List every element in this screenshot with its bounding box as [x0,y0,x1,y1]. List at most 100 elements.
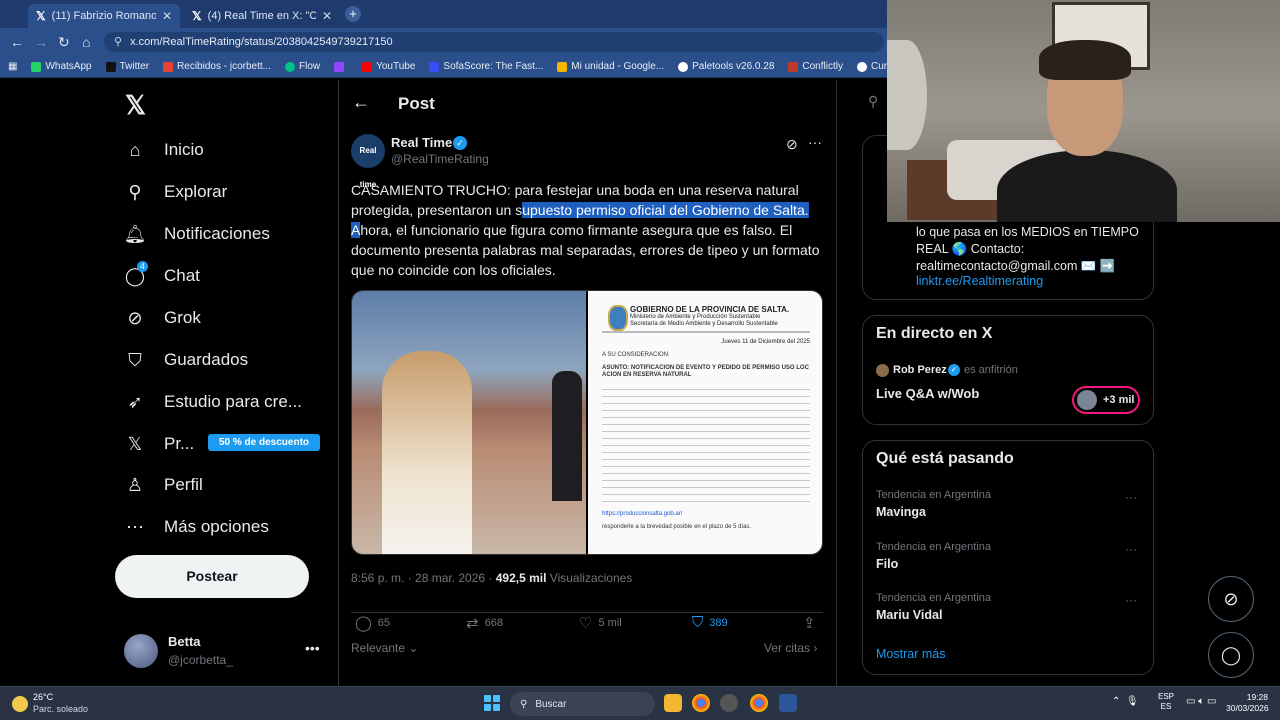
reply-button[interactable]: ◯ 65 [355,614,390,632]
account-more-icon[interactable]: ••• [305,640,320,656]
search-icon: ⚲ [520,698,528,710]
close-tab-icon[interactable]: ✕ [162,9,172,23]
discount-badge[interactable]: 50 % de descuento [208,434,320,451]
network-volume-icon[interactable]: ▭ 🔈︎ ▭ [1186,696,1216,707]
bookmark-item[interactable]: Recibidos - jcorbett... [163,61,271,72]
tray-icons[interactable]: ⌃ 🎙︎ [1112,696,1139,707]
avatar[interactable] [124,634,158,668]
clock[interactable]: 19:28 30/03/2026 [1226,692,1269,714]
nav-item-estudio[interactable]: ➶ Estudio para cre... [124,391,302,413]
bookmark-item[interactable]: WhatsApp [31,61,92,72]
reload-icon[interactable]: ↻ [58,34,70,51]
nav-item-inicio[interactable]: ⌂ Inicio [124,139,204,161]
author-avatar[interactable]: Real time [351,134,385,189]
account-name[interactable]: Betta [168,634,201,649]
trend-more-icon[interactable]: ··· [1125,490,1137,504]
app-icon[interactable] [720,694,738,712]
trend-more-icon[interactable]: ··· [1125,542,1137,556]
reply-icon: ◯ [355,615,372,632]
heart-icon: ♡ [579,615,593,632]
account-handle[interactable]: @jcorbetta_ [168,653,233,667]
repost-button[interactable]: ⇄ 668 [466,614,503,632]
sort-replies-dropdown[interactable]: Relevante ⌄ [351,641,418,655]
taskbar-search[interactable]: ⚲ Buscar [510,692,655,716]
more-circle-icon: ⋯ [126,516,144,537]
windows-start-icon[interactable] [484,695,500,711]
home-browser-icon[interactable]: ⌂ [82,34,90,50]
bookmark-item[interactable]: Twitter [105,61,149,72]
chrome-icon[interactable] [750,694,768,712]
doc-secretariat: Secretaría de Medio Ambiente y Desarroll… [630,321,778,327]
author-name[interactable]: Real Time [391,135,452,150]
live-section-title: En directo en X [876,325,993,342]
nav-item-guardados[interactable]: ⛉ Guardados [124,349,248,371]
bio-link[interactable]: linktr.ee/Realtimerating [916,274,1043,288]
nav-item-notificaciones[interactable]: 🔔︎ Notificaciones [124,223,270,245]
back-icon[interactable]: ← [10,34,24,50]
browser-tab[interactable]: 𝕏 (11) Fabrizio Romano en X: " ✕ [28,4,180,28]
chat-icon: ◯ 4 [124,261,148,287]
bookmark-item[interactable]: Mi unidad - Google... [557,61,664,72]
new-tab-button[interactable]: + [345,6,361,22]
nav-item-chat[interactable]: ◯ 4 Chat [124,261,200,287]
host-name[interactable]: Rob Perez [893,364,947,376]
x-logo-icon: 𝕏 [36,9,46,23]
show-more-link[interactable]: Mostrar más [876,647,945,661]
nav-item-perfil[interactable]: ♙ Perfil [124,474,203,496]
back-arrow-icon[interactable]: ← [352,92,370,113]
bookmark-item[interactable] [334,61,348,72]
bookmark-filled-icon: ⛉ [692,614,704,631]
nav-item-grok[interactable]: ⊘ Grok [124,307,200,329]
author-handle[interactable]: @RealTimeRating [391,152,489,166]
home-icon: ⌂ [129,139,141,160]
share-button[interactable]: ⇪ [803,614,816,632]
file-explorer-icon[interactable] [664,694,682,712]
sun-icon[interactable] [12,696,28,712]
bookmark-item[interactable]: Conflictly [788,61,843,72]
bookmark-item[interactable]: YouTube [362,61,415,72]
post-button[interactable]: Postear [115,555,309,598]
like-button[interactable]: ♡ 5 mil [579,614,622,632]
grok-icon[interactable]: ⊘ [786,136,798,153]
messages-fab-icon[interactable]: ◯ [1208,632,1254,678]
trend-item[interactable]: Mavinga [876,505,926,519]
trend-category: Tendencia en Argentina [876,592,991,604]
listener-avatar [1077,390,1097,410]
view-quotes-link[interactable]: Ver citas › [764,641,817,655]
url-field[interactable]: ⚲ x.com/RealTimeRating/status/20380425497… [104,32,884,52]
x-premium-icon: 𝕏 [127,433,143,454]
document-image[interactable]: GOBIERNO DE LA PROVINCIA DE SALTA. Minis… [588,291,822,554]
listeners-pill[interactable]: +3 mil [1072,386,1140,414]
bookmark-button[interactable]: ⛉ 389 [692,614,728,631]
trend-more-icon[interactable]: ··· [1125,593,1137,607]
bookmark-item[interactable]: Flow [284,61,320,72]
word-icon[interactable] [779,694,797,712]
bookmark-item[interactable]: Paletools v26.0.28 [678,61,774,72]
weather-temp[interactable]: 26°C [33,692,53,702]
grok-fab-icon[interactable]: ⊘ [1208,576,1254,622]
nav-item-explorar[interactable]: ⚲ Explorar [124,181,227,203]
weather-condition[interactable]: Parc. soleado [33,704,88,714]
wedding-photo[interactable] [352,291,586,554]
space-name[interactable]: Live Q&A w/Wob [876,386,979,401]
post-media[interactable]: GOBIERNO DE LA PROVINCIA DE SALTA. Minis… [351,290,823,555]
forward-icon[interactable]: → [34,34,48,50]
trend-item[interactable]: Mariu Vidal [876,608,942,622]
bookmark-item[interactable]: SofaScore: The Fast... [429,61,543,72]
nav-item-mas-opciones[interactable]: ⋯ Más opciones [124,516,269,538]
language-indicator[interactable]: ESP ES [1158,692,1174,712]
apps-icon[interactable]: ▦ [8,61,17,72]
coat-of-arms-icon [608,305,628,331]
nav-item-premium[interactable]: 𝕏 Pr... [124,433,195,455]
more-icon[interactable]: ··· [808,134,822,150]
browser-tab[interactable]: 𝕏 (4) Real Time en X: "CASAMIENT ✕ [184,4,340,28]
x-logo-icon: 𝕏 [192,9,202,23]
chrome-icon[interactable] [692,694,710,712]
close-tab-icon[interactable]: ✕ [322,9,332,23]
trend-item[interactable]: Filo [876,557,898,571]
x-logo-icon[interactable]: 𝕏 [125,90,146,121]
trend-category: Tendencia en Argentina [876,541,991,553]
rocket-icon: ➶ [127,391,143,412]
site-info-icon[interactable]: ⚲ [114,36,122,48]
search-icon[interactable]: ⚲ [868,93,878,110]
